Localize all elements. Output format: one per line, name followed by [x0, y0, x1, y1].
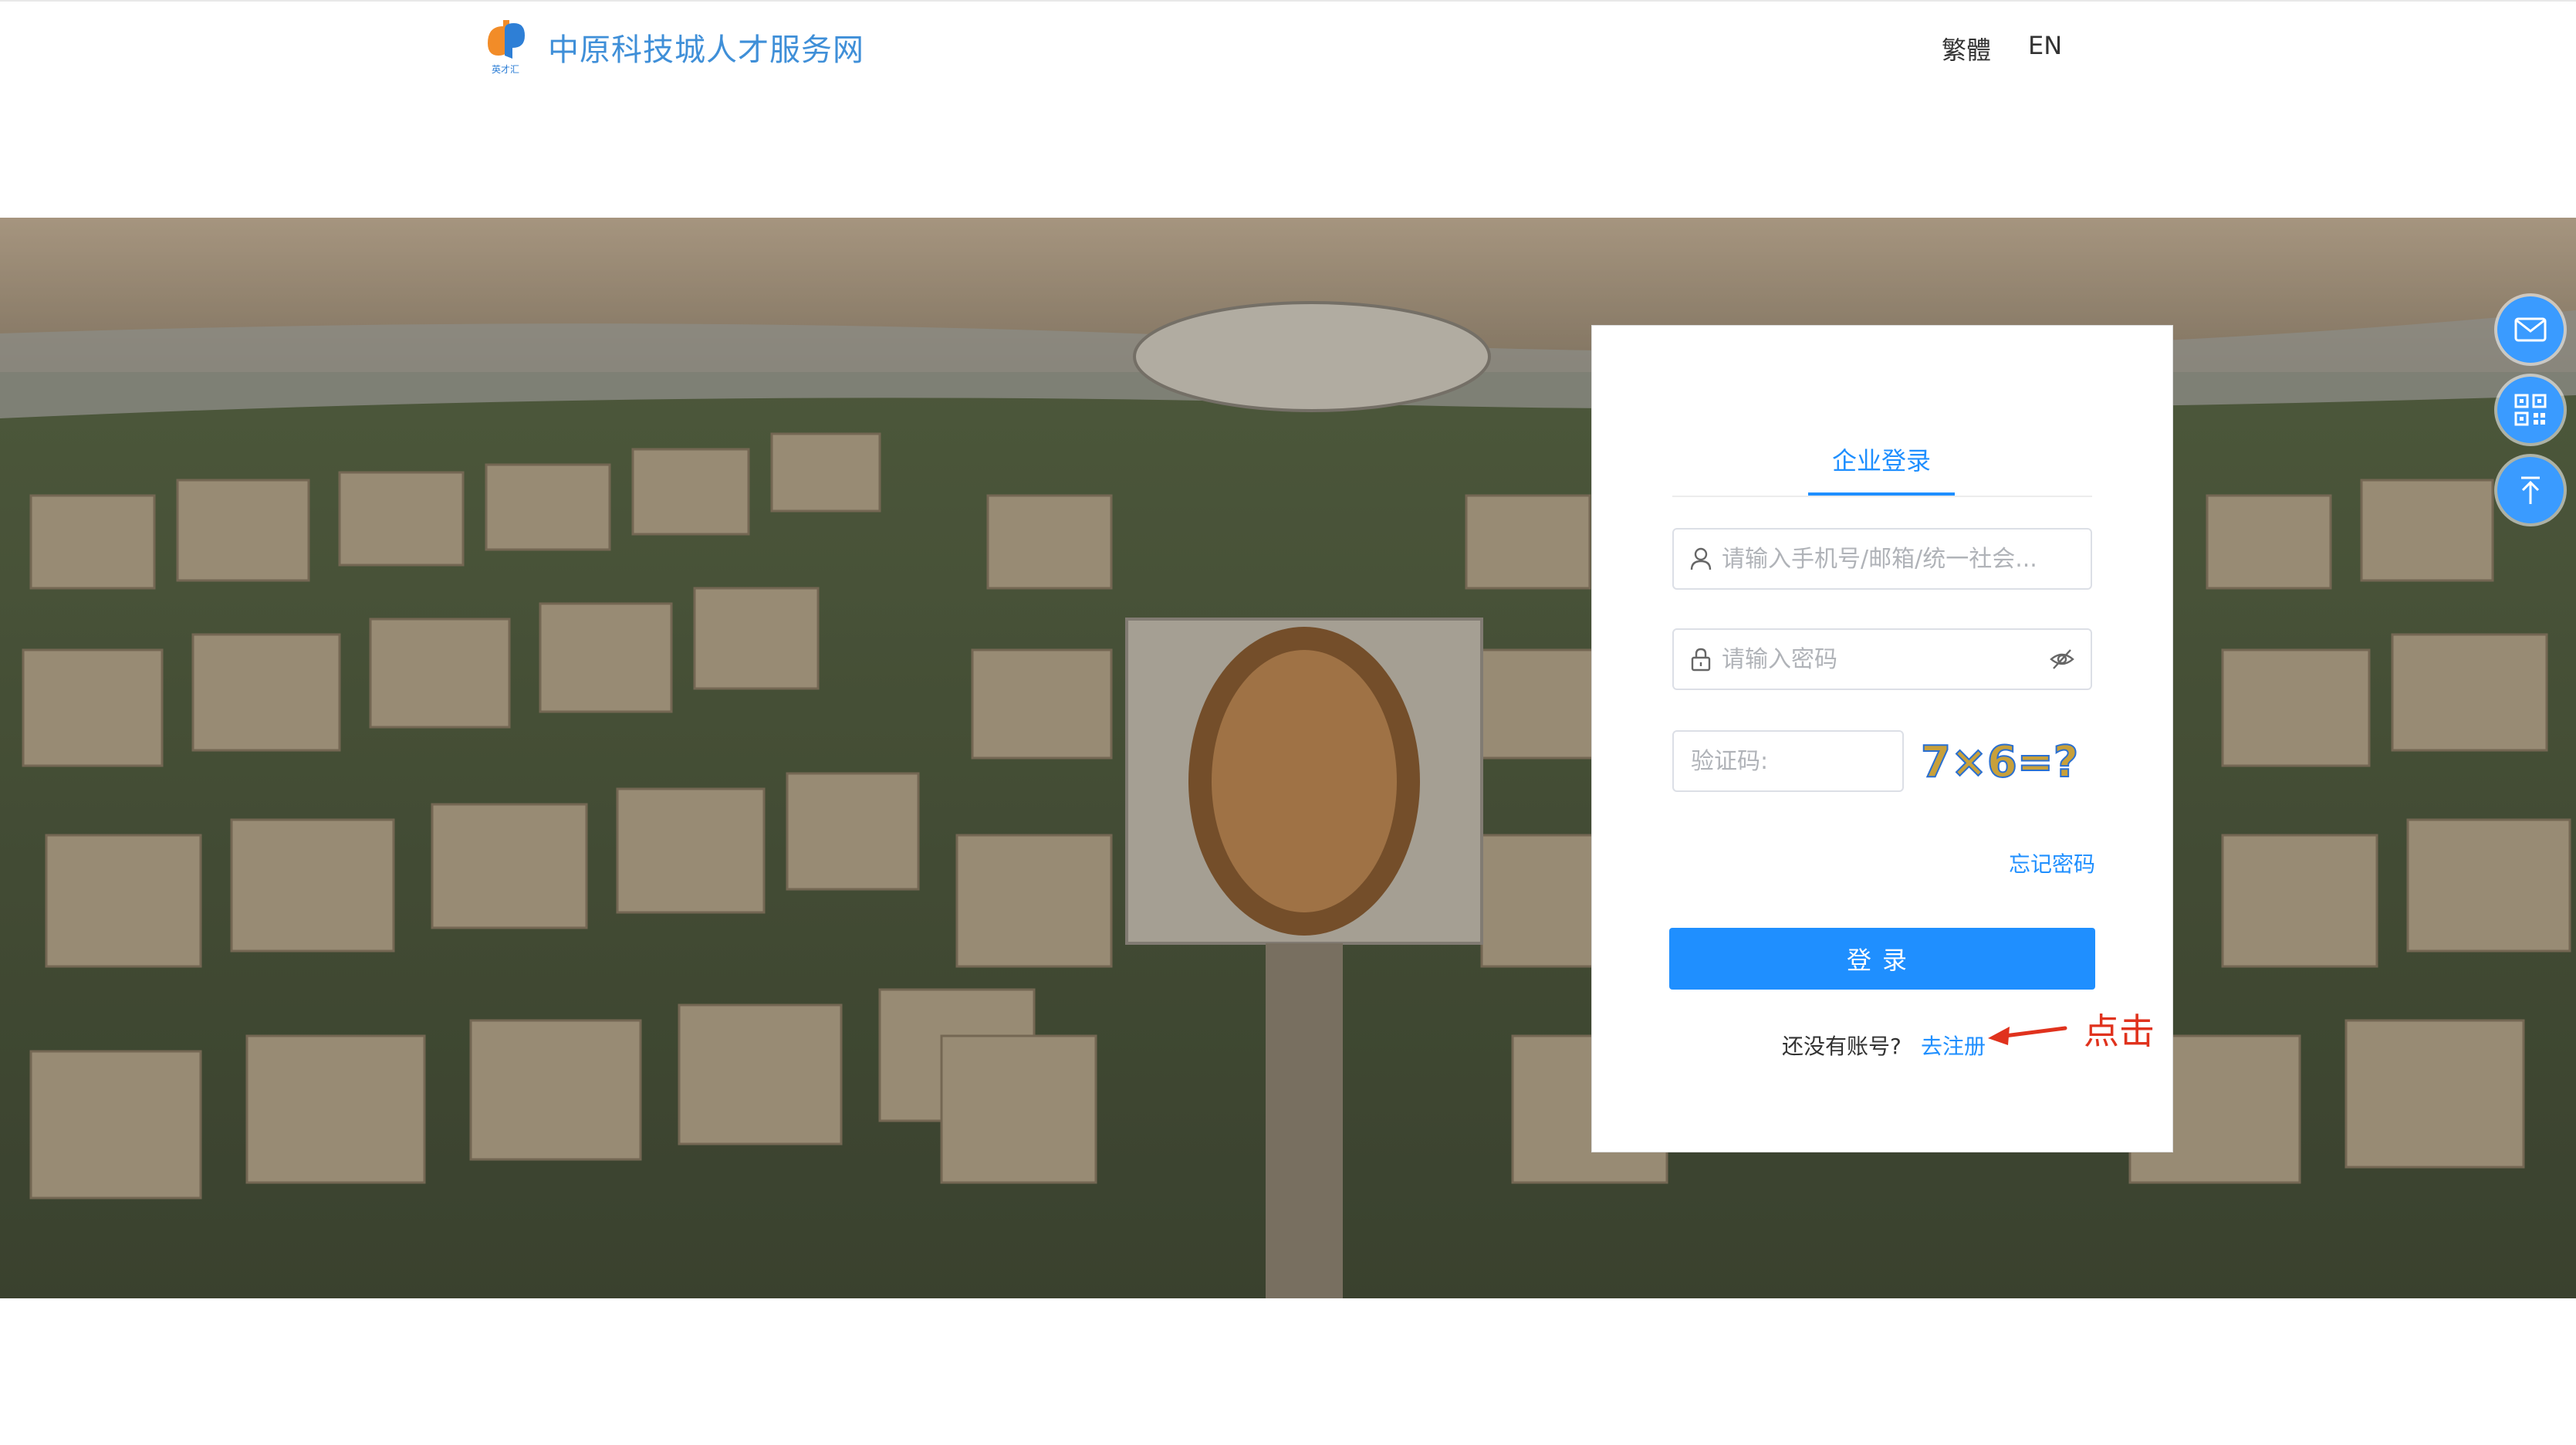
lang-traditional-link[interactable]: 繁體 [1942, 31, 1991, 66]
annotation-arrow-icon [1988, 1026, 2067, 1045]
register-link[interactable]: 去注册 [1921, 1030, 1986, 1061]
annotation-label: 点击 [2084, 1010, 2155, 1052]
password-field[interactable] [1672, 628, 2092, 690]
site-header: 英才汇 中原科技城人才服务网 繁體 EN [0, 0, 2576, 218]
lock-icon [1691, 648, 1711, 672]
mail-float-button[interactable] [2497, 296, 2564, 363]
captcha-input[interactable] [1691, 732, 1891, 790]
qr-code-float-button[interactable] [2497, 377, 2564, 443]
login-button[interactable]: 登录 [1669, 928, 2095, 990]
site-title[interactable]: 中原科技城人才服务网 [548, 25, 864, 69]
tab-active-indicator [1808, 492, 1955, 496]
site-logo[interactable]: 英才汇 [482, 17, 529, 76]
forgot-password-link[interactable]: 忘记密码 [2009, 848, 2095, 878]
hero-banner [0, 218, 2576, 1298]
mail-icon [2514, 317, 2547, 342]
no-account-text: 还没有账号? [1782, 1034, 1902, 1059]
tab-enterprise-login[interactable]: 企业登录 [1808, 442, 1955, 497]
svg-text:英才汇: 英才汇 [492, 64, 519, 75]
back-to-top-float-button[interactable] [2497, 457, 2564, 523]
captcha-field[interactable] [1672, 730, 1904, 792]
back-to-top-icon [2521, 476, 2540, 504]
banner-shade [0, 218, 2576, 1298]
captcha-image[interactable]: 7×6=? [1916, 730, 2095, 792]
login-tabs: 企业登录 [1672, 442, 2092, 497]
qr-code-icon [2514, 394, 2547, 426]
svg-text:7×6=?: 7×6=? [1921, 737, 2078, 787]
lang-english-link[interactable]: EN [2028, 31, 2062, 60]
user-icon [1690, 547, 1712, 570]
password-input[interactable] [1722, 630, 2054, 689]
username-field[interactable] [1672, 528, 2092, 590]
eye-hidden-icon[interactable] [2049, 647, 2075, 672]
username-input[interactable] [1722, 530, 2054, 588]
